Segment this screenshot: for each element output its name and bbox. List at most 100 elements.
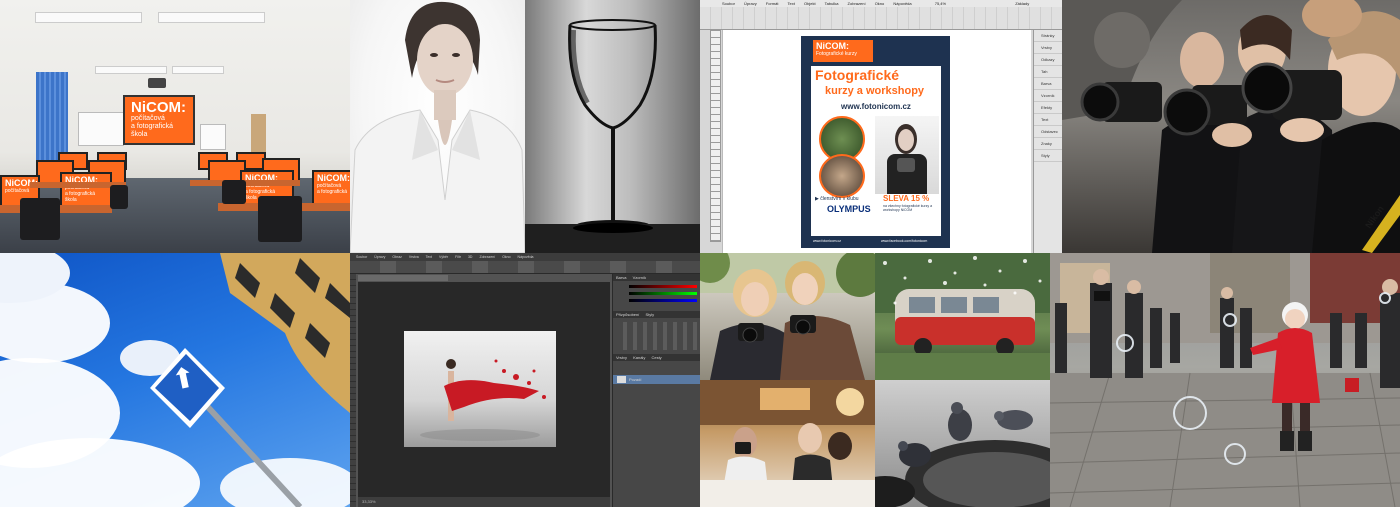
panel-tab[interactable]: Barva <box>1034 78 1062 90</box>
cafe-photographers-photo <box>700 380 875 507</box>
ceiling-light <box>95 66 167 74</box>
menu-item[interactable]: 3D <box>468 255 472 259</box>
menu-item[interactable]: Nápověda <box>518 255 534 259</box>
menu-item[interactable]: Okno <box>502 255 510 259</box>
poster-discount-sub: na všechny fotografické kurzy a workshop… <box>883 204 933 212</box>
document-tab[interactable] <box>358 275 448 281</box>
town-square-photo <box>1050 253 1400 507</box>
poster-page[interactable]: NiCOM: Fotografické kurzy Fotografické k… <box>801 36 950 248</box>
poster-discount: SLEVA 15 % <box>883 194 930 203</box>
layer-name: Pozadí <box>629 377 642 382</box>
portrait-illustration <box>350 1 525 253</box>
canvas-image[interactable] <box>404 331 556 447</box>
square-illustration <box>1050 253 1400 507</box>
ceiling-light <box>35 12 142 23</box>
photographers-photo: Nikon <box>1062 0 1400 253</box>
monitor-line: počítačová <box>5 188 30 194</box>
menu-bar: Soubor Úpravy Obraz Vrstva Text Výběr Fi… <box>350 253 700 261</box>
panel-tab[interactable]: Tah <box>1034 66 1062 78</box>
screen-line: škola <box>131 131 148 138</box>
monitor: NiCOM: počítačová a fotografická škola <box>60 172 112 208</box>
projector <box>148 78 166 88</box>
layer-row[interactable]: Pozadí <box>613 375 700 384</box>
photoshop-screenshot: Soubor Úpravy Obraz Vrstva Text Výběr Fi… <box>350 253 700 507</box>
menu-item[interactable]: Vrstva <box>409 255 419 259</box>
panel-header: Přizpůsobení Styly <box>613 311 700 318</box>
panel-tab[interactable]: Vzorník <box>633 275 647 280</box>
adjustment-icons[interactable] <box>617 322 697 350</box>
poster-headline: Fotografické <box>815 67 900 83</box>
screen-line: počítačová <box>131 115 165 122</box>
poster-member-text: ▶ členstvím v klubu <box>815 196 859 202</box>
menu-item[interactable]: Obraz <box>392 255 402 259</box>
panel-tab[interactable]: Odkazy <box>1034 54 1062 66</box>
chair <box>258 196 302 242</box>
chair <box>110 185 128 209</box>
panel-header: Vrstvy Kanály Cesty <box>613 354 700 361</box>
panel-tab[interactable]: Znaky <box>1034 138 1062 150</box>
projection-screen: NiCOM: počítačová a fotografická škola <box>123 95 195 145</box>
panel-tab[interactable]: Kanály <box>633 355 645 360</box>
menu-item[interactable]: Text <box>788 1 795 6</box>
panel-tab[interactable]: Přizpůsobení <box>616 312 639 317</box>
menu-item[interactable]: Nápověda <box>893 1 911 6</box>
panel-dock: Barva Vzorník Přizpůsobení Styly Vrstvy … <box>612 274 700 507</box>
control-panel <box>700 7 1062 30</box>
van-fountain-photo <box>875 253 1050 380</box>
panel-tab[interactable]: Stránky <box>1034 30 1062 42</box>
tools-panel[interactable] <box>350 274 356 507</box>
tools-panel[interactable] <box>710 30 721 242</box>
menu-item[interactable]: Text <box>426 255 432 259</box>
workspace-switcher[interactable]: Základy <box>1015 1 1029 6</box>
zoom-value[interactable]: 33,33% <box>362 499 376 504</box>
panel-tab[interactable]: Text <box>1034 114 1062 126</box>
panel-tab[interactable]: Barva <box>616 275 626 280</box>
monitor: NiCOM: počítačová a fotografická <box>312 170 350 206</box>
panel-tab[interactable]: Odstavec <box>1034 126 1062 138</box>
panel-tab[interactable]: Vrstvy <box>616 355 627 360</box>
monitor-title: NiCOM: <box>317 173 350 183</box>
menu-item[interactable]: Formát <box>766 1 779 6</box>
menu-bar: Soubor Úpravy Formát Text Objekt Tabulka… <box>700 0 1062 7</box>
whiteboard <box>200 124 226 150</box>
menu-item[interactable]: Filtr <box>455 255 461 259</box>
red-dress-artwork <box>420 359 546 441</box>
menu-item[interactable]: Objekt <box>804 1 816 6</box>
options-bar <box>350 261 700 274</box>
panel-tab[interactable]: Vrstvy <box>1034 42 1062 54</box>
cafe-illustration <box>700 380 875 507</box>
poster-logo-title: NiCOM: <box>816 41 849 51</box>
poster-footer-left: www.fotonicom.cz <box>813 239 842 243</box>
menu-item[interactable]: Úpravy <box>374 255 385 259</box>
menu-item[interactable]: Výběr <box>439 255 448 259</box>
menu-item[interactable]: Soubor <box>356 255 367 259</box>
color-sliders[interactable] <box>613 281 700 311</box>
menu-item[interactable]: Soubor <box>722 1 735 6</box>
poster-headline: kurzy a workshopy <box>825 85 925 97</box>
panel-tab[interactable]: Styly <box>645 312 654 317</box>
classroom-photo: NiCOM: počítačová a fotografická škola N… <box>0 0 350 253</box>
panel-header: Barva Vzorník <box>613 274 700 281</box>
poster-logo: NiCOM: Fotografické kurzy <box>813 40 873 62</box>
menu-item[interactable]: Zobrazení <box>848 1 866 6</box>
monitor-line: a fotografická <box>317 189 348 195</box>
van-illustration <box>875 253 1050 380</box>
poster-photo <box>819 154 865 198</box>
panel-tab[interactable]: Efekty <box>1034 102 1062 114</box>
panel-tab[interactable]: Styly <box>1034 150 1062 162</box>
menu-item[interactable]: Okno <box>875 1 885 6</box>
indesign-screenshot: Soubor Úpravy Formát Text Objekt Tabulka… <box>700 0 1062 253</box>
panel-tab[interactable]: Vzorník <box>1034 90 1062 102</box>
menu-item[interactable]: Tabulka <box>825 1 839 6</box>
poster-brand: OLYMPUS <box>827 204 871 214</box>
status-bar: 33,33% <box>358 497 610 507</box>
wine-glass-illustration <box>525 19 700 253</box>
pigeons-illustration <box>875 402 1050 507</box>
menu-item[interactable]: Úpravy <box>744 1 757 6</box>
zoom-value[interactable]: 75,4% <box>935 1 946 6</box>
poster-url: www.fotonicom.cz <box>841 102 911 111</box>
panel-tab[interactable]: Cesty <box>651 355 661 360</box>
poster-logo-subtitle: Fotografické kurzy <box>816 51 857 57</box>
portrait-photo <box>350 0 525 253</box>
menu-item[interactable]: Zobrazení <box>479 255 495 259</box>
